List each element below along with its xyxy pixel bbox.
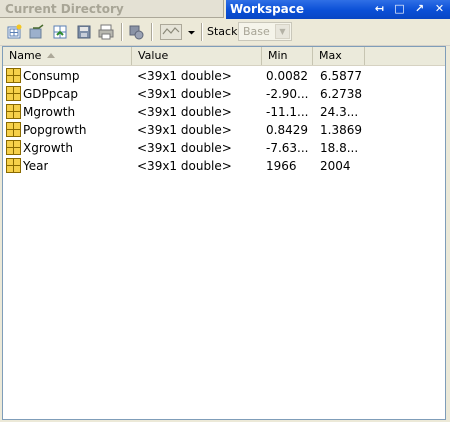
plot-dropdown-chevron-down-icon[interactable] — [187, 24, 196, 40]
toolbar-separator — [201, 23, 203, 41]
column-header-min[interactable]: Min — [262, 47, 313, 65]
plot-selection-icon[interactable] — [160, 24, 182, 40]
open-variable-icon[interactable] — [29, 24, 45, 40]
toolbar-separator — [151, 23, 153, 41]
column-header-value[interactable]: Value — [132, 47, 262, 65]
close-icon[interactable]: ✕ — [433, 2, 446, 16]
sort-ascending-icon — [47, 53, 56, 58]
column-header-max[interactable]: Max — [313, 47, 365, 65]
column-header-value-label: Value — [138, 49, 169, 62]
delete-variable-icon[interactable] — [128, 24, 144, 40]
workspace-variable-table: Name Value Min Max Consump <39x1 double>… — [2, 46, 446, 420]
table-row[interactable]: Mgrowth <39x1 double> -11.1... 24.3... — [3, 103, 445, 121]
variable-value: <39x1 double> — [137, 123, 232, 137]
table-row[interactable]: GDPpcap <39x1 double> -2.90... 6.2738 — [3, 85, 445, 103]
table-row[interactable]: Consump <39x1 double> 0.0082 6.5877 — [3, 67, 445, 85]
window-controls: ↤ □ ↗ ✕ — [373, 2, 446, 16]
table-row[interactable]: Popgrowth <39x1 double> 0.8429 1.3869 — [3, 121, 445, 139]
import-data-icon[interactable] — [52, 24, 68, 40]
variable-value: <39x1 double> — [137, 87, 232, 101]
variable-value: <39x1 double> — [137, 105, 232, 119]
column-header-name-label: Name — [9, 49, 42, 62]
print-icon[interactable] — [98, 24, 114, 40]
variable-max: 18.8... — [320, 141, 359, 155]
stack-label: Stack: — [207, 25, 242, 38]
variable-name: Year — [23, 159, 49, 173]
chevron-down-icon[interactable]: ▼ — [275, 24, 290, 39]
variable-value: <39x1 double> — [137, 159, 232, 173]
variable-matrix-icon — [6, 68, 21, 83]
tab-workspace[interactable]: Workspace ↤ □ ↗ ✕ — [226, 0, 450, 19]
variable-max: 24.3... — [320, 105, 359, 119]
variable-name: Mgrowth — [23, 105, 76, 119]
column-header-max-label: Max — [319, 49, 342, 62]
variable-min: -7.63... — [266, 141, 309, 155]
variable-name: Popgrowth — [23, 123, 87, 137]
table-row[interactable]: Xgrowth <39x1 double> -7.63... 18.8... — [3, 139, 445, 157]
variable-name: Consump — [23, 69, 80, 83]
variable-matrix-icon — [6, 140, 21, 155]
tab-current-directory[interactable]: Current Directory — [0, 0, 224, 18]
variable-matrix-icon — [6, 122, 21, 137]
column-header-min-label: Min — [268, 49, 288, 62]
variable-min: 0.8429 — [266, 123, 308, 137]
variable-matrix-icon — [6, 158, 21, 173]
variable-min: 1966 — [266, 159, 297, 173]
panel-right-border — [446, 46, 450, 422]
variable-name: GDPpcap — [23, 87, 78, 101]
variable-matrix-icon — [6, 104, 21, 119]
table-row[interactable]: Year <39x1 double> 1966 2004 — [3, 157, 445, 175]
variable-matrix-icon — [6, 86, 21, 101]
column-header-name[interactable]: Name — [3, 47, 132, 65]
workspace-toolbar: Stack: Base ▼ — [0, 19, 450, 46]
variable-name: Xgrowth — [23, 141, 73, 155]
new-variable-icon[interactable] — [6, 24, 22, 40]
variable-value: <39x1 double> — [137, 69, 232, 83]
stack-select-value: Base — [243, 25, 270, 38]
tab-bar: Current Directory Workspace ↤ □ ↗ ✕ — [0, 0, 450, 19]
variable-max: 1.3869 — [320, 123, 362, 137]
variable-min: -2.90... — [266, 87, 309, 101]
stack-select[interactable]: Base ▼ — [238, 22, 292, 41]
maximize-icon[interactable]: □ — [393, 2, 406, 16]
undock-icon[interactable]: ↤ — [373, 2, 386, 16]
save-workspace-icon[interactable] — [76, 24, 92, 40]
variable-max: 6.5877 — [320, 69, 362, 83]
variable-value: <39x1 double> — [137, 141, 232, 155]
variable-max: 2004 — [320, 159, 351, 173]
variable-min: -11.1... — [266, 105, 309, 119]
toolbar-separator — [121, 23, 123, 41]
variable-max: 6.2738 — [320, 87, 362, 101]
tab-workspace-label: Workspace — [230, 2, 305, 16]
variable-min: 0.0082 — [266, 69, 308, 83]
table-header: Name Value Min Max — [3, 47, 445, 66]
restore-icon[interactable]: ↗ — [413, 2, 426, 16]
tab-current-directory-label: Current Directory — [5, 2, 124, 16]
